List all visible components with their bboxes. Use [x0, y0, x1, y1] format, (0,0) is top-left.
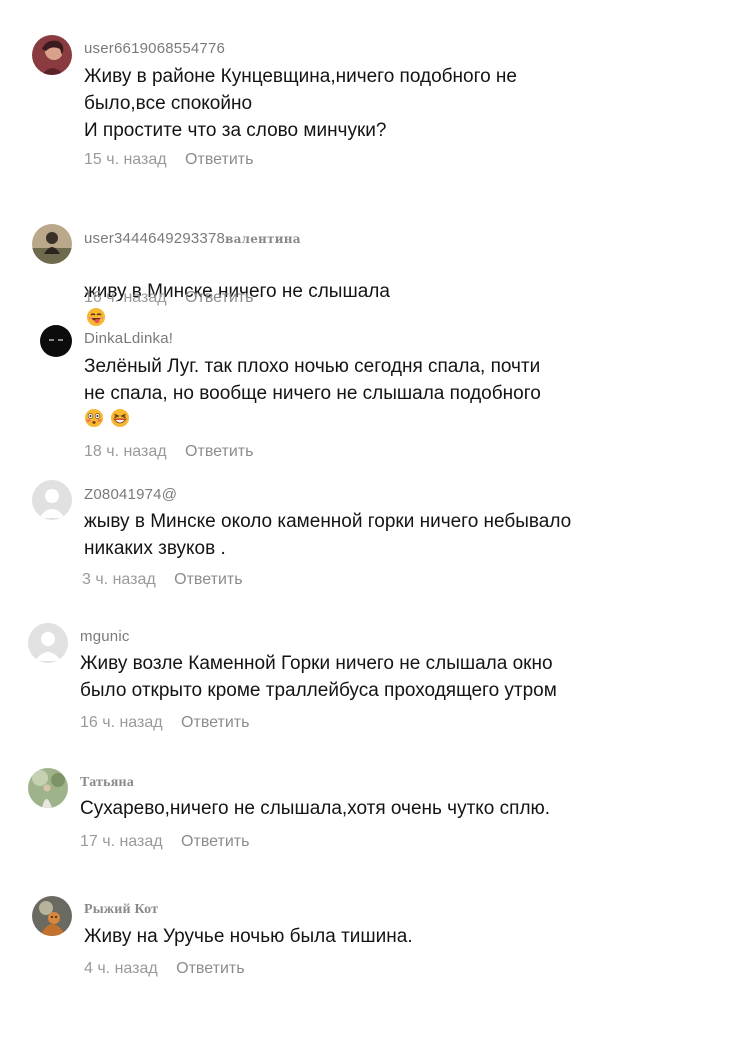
avatar[interactable]: [40, 325, 72, 357]
reply-button[interactable]: Ответить: [176, 960, 244, 977]
avatar[interactable]: [32, 224, 72, 264]
avatar[interactable]: [32, 896, 72, 936]
comment-emojis: [84, 408, 130, 430]
comment-meta: 18 ч. назад Ответить: [84, 443, 253, 461]
smiling-face-with-tongue-emoji: [87, 308, 105, 326]
timestamp: 18 ч. назад: [84, 443, 167, 460]
comment-text: Живу возле Каменной Горки ничего не слыш…: [80, 653, 557, 701]
grinning-squinting-face-emoji: [111, 409, 130, 427]
username-handle[interactable]: user3444649293378: [84, 230, 225, 247]
avatar[interactable]: [32, 35, 72, 75]
comment-meta: 17 ч. назад Ответить: [80, 833, 249, 851]
reply-button[interactable]: Ответить: [181, 714, 249, 731]
username[interactable]: DinkaLdinka!: [84, 330, 173, 347]
username[interactable]: Татьяна: [80, 775, 134, 791]
username[interactable]: user3444649293378валентина: [84, 230, 301, 247]
username[interactable]: Рыжий Кот: [84, 902, 158, 918]
reply-button[interactable]: Ответить: [185, 151, 253, 168]
comment-text: Живу в районе Кунцевщина,ничего подобног…: [84, 66, 517, 141]
comment-meta: 15 ч. назад Ответить: [84, 151, 253, 169]
flushed-face-emoji: [85, 409, 103, 427]
timestamp: 16 ч. назад: [80, 714, 163, 731]
timestamp: 17 ч. назад: [80, 833, 163, 850]
avatar[interactable]: [28, 768, 68, 808]
reply-button[interactable]: Ответить: [181, 833, 249, 850]
timestamp: 15 ч. назад: [84, 151, 167, 168]
timestamp: 4 ч. назад: [84, 960, 158, 977]
username[interactable]: mgunic: [80, 628, 130, 645]
timestamp: 3 ч. назад: [82, 571, 156, 588]
comment-text: жыву в Минске около каменной горки ничег…: [84, 511, 572, 559]
reply-button[interactable]: Ответить: [185, 443, 253, 460]
username[interactable]: user6619068554776: [84, 40, 225, 57]
reply-button[interactable]: Ответить: [174, 571, 242, 588]
username[interactable]: Z08041974@: [84, 486, 177, 503]
comment-meta: 16 ч. назад Ответить: [84, 289, 253, 307]
comment-text: Сухарево,ничего не слышала,хотя очень чу…: [80, 798, 551, 819]
avatar[interactable]: [32, 480, 72, 520]
comment-meta: 16 ч. назад Ответить: [80, 714, 249, 732]
username-suffix[interactable]: валентина: [225, 232, 301, 246]
timestamp: 16 ч. назад: [84, 289, 167, 306]
comment-meta: 4 ч. назад Ответить: [84, 960, 245, 978]
comment-meta: 3 ч. назад Ответить: [82, 571, 243, 589]
comment-text: Зелёный Луг. так плохо ночью сегодня спа…: [84, 356, 541, 404]
reply-button[interactable]: Ответить: [185, 289, 253, 306]
avatar[interactable]: [28, 623, 68, 663]
comment-text: Живу на Уручье ночью была тишина.: [84, 926, 413, 947]
